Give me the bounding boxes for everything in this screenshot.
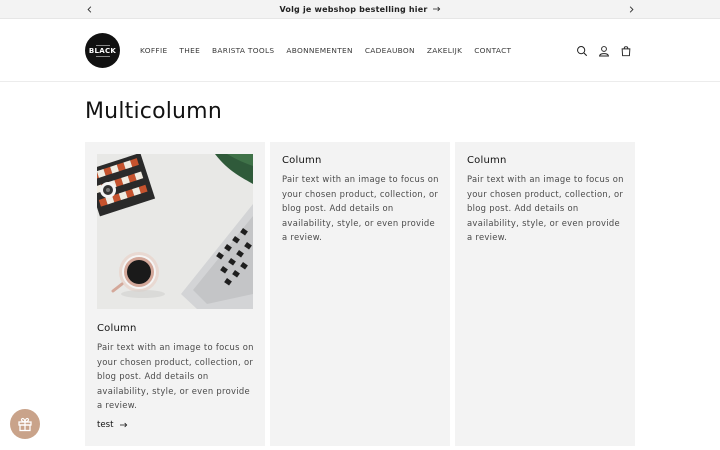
column-card: Column Pair text with an image to focus … xyxy=(270,142,450,446)
logo-text: BLACK xyxy=(88,46,117,55)
nav-item-abonnementen[interactable]: ABONNEMENTEN xyxy=(286,46,352,55)
announcement-link[interactable]: Volg je webshop bestelling hier xyxy=(279,5,440,14)
cart-button[interactable] xyxy=(619,44,632,57)
nav-item-barista-tools[interactable]: BARISTA TOOLS xyxy=(212,46,274,55)
header-icons xyxy=(575,44,632,57)
nav-item-koffie[interactable]: KOFFIE xyxy=(140,46,167,55)
previous-announcement-button[interactable] xyxy=(83,3,95,15)
logo[interactable]: BLACK xyxy=(85,33,120,68)
main-nav: KOFFIE THEE BARISTA TOOLS ABONNEMENTEN C… xyxy=(140,46,523,55)
search-icon xyxy=(576,45,587,56)
page-title: Multicolumn xyxy=(85,99,222,124)
nav-item-cadeaubon[interactable]: CADEAUBON xyxy=(365,46,415,55)
column-link-label: test xyxy=(97,420,114,430)
site-header: BLACK KOFFIE THEE BARISTA TOOLS ABONNEME… xyxy=(0,19,720,82)
column-image xyxy=(97,154,253,309)
coffee-laptop-photo xyxy=(97,154,253,309)
account-button[interactable] xyxy=(597,44,610,57)
column-text: Pair text with an image to focus on your… xyxy=(467,174,624,242)
nav-item-zakelijk[interactable]: ZAKELIJK xyxy=(427,46,462,55)
column-text: Pair text with an image to focus on your… xyxy=(282,174,439,242)
logo-line-top xyxy=(95,44,110,46)
column-text: Pair text with an image to focus on your… xyxy=(97,342,254,410)
column-card: Column Pair text with an image to focus … xyxy=(85,142,265,446)
column-card: Column Pair text with an image to focus … xyxy=(455,142,635,446)
nav-item-contact[interactable]: CONTACT xyxy=(474,46,511,55)
account-icon xyxy=(598,45,609,56)
column-title: Column xyxy=(467,155,507,166)
logo-line-bottom xyxy=(95,55,110,57)
column-link[interactable]: test xyxy=(97,420,128,430)
gift-button[interactable] xyxy=(10,409,40,439)
chevron-left-icon xyxy=(86,5,91,13)
search-button[interactable] xyxy=(575,44,588,57)
column-title: Column xyxy=(97,323,137,334)
column-title: Column xyxy=(282,155,322,166)
nav-item-thee[interactable]: THEE xyxy=(179,46,200,55)
arrow-right-icon xyxy=(119,422,127,428)
announcement-text: Volg je webshop bestelling hier xyxy=(279,4,428,14)
next-announcement-button[interactable] xyxy=(625,3,637,15)
cart-icon xyxy=(621,45,630,56)
chevron-right-icon xyxy=(629,5,634,13)
arrow-right-icon xyxy=(432,6,440,12)
gift-icon xyxy=(18,417,32,432)
announcement-bar: Volg je webshop bestelling hier xyxy=(0,0,720,19)
